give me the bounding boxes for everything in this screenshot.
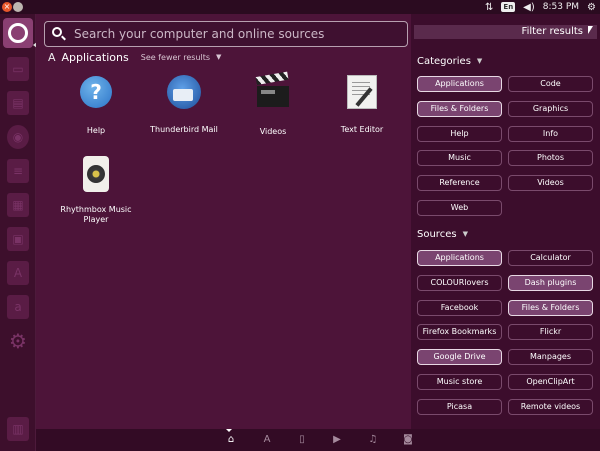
keyboard-layout-indicator[interactable]: En — [501, 2, 516, 12]
source-filter-facebook[interactable]: Facebook — [417, 299, 502, 316]
app-result-help[interactable]: ? Help — [51, 74, 141, 136]
clock[interactable]: 8:53 PM — [543, 2, 579, 12]
scope-bar: ⌂ A ▯ ▶ ♫ ◙ — [36, 429, 600, 451]
videos-icon — [255, 71, 291, 113]
category-filter-applications[interactable]: Applications — [417, 76, 502, 92]
source-filter-openclipart[interactable]: OpenClipArt — [508, 374, 593, 390]
source-filter-dash-plugins[interactable]: Dash plugins — [508, 274, 593, 291]
mouse-cursor-icon — [588, 26, 593, 34]
trash-icon: ▥ — [7, 417, 29, 441]
files-icon: ▭ — [7, 57, 29, 81]
launcher-item-firefox[interactable]: ◉ — [3, 122, 33, 152]
category-filter-code[interactable]: Code — [508, 76, 593, 92]
source-filter-remote-videos[interactable]: Remote videos — [508, 398, 593, 415]
category-filter-graphics[interactable]: Graphics — [508, 100, 593, 117]
files-icon[interactable]: ▯ — [295, 434, 309, 446]
chevron-down-icon: ▼ — [462, 230, 468, 238]
app-label: Text Editor — [340, 125, 384, 134]
launcher-item-trash[interactable]: ▥ — [3, 414, 33, 444]
source-filter-picasa[interactable]: Picasa — [417, 398, 502, 415]
search-input[interactable] — [74, 27, 407, 41]
category-filter-files-folders[interactable]: Files & Folders — [417, 100, 502, 117]
maximize-window-button[interactable] — [13, 2, 23, 12]
app-label: Help — [86, 126, 106, 135]
music-icon[interactable]: ♫ — [366, 434, 380, 446]
results-category-header: A Applications See fewer results ▼ — [48, 50, 221, 64]
applications-icon[interactable]: A — [260, 434, 274, 446]
video-icon[interactable]: ▶ — [330, 434, 344, 446]
source-filter-calculator[interactable]: Calculator — [508, 250, 593, 266]
software-center-icon: A — [7, 261, 29, 285]
settings-gear-icon: ⚙ — [9, 329, 27, 353]
source-filter-firefox-bookmarks[interactable]: Firefox Bookmarks — [417, 324, 502, 341]
launcher: ▭ ▤ ◉ ≡ ▦ ▣ A a ⚙ ▥ — [0, 14, 37, 451]
source-filter-google-drive[interactable]: Google Drive — [417, 349, 502, 366]
launcher-item-calc[interactable]: ▦ — [3, 190, 33, 220]
dash-home-button[interactable] — [3, 18, 33, 48]
app-result-thunderbird[interactable]: Thunderbird Mail — [139, 74, 229, 135]
app-label: Videos — [259, 127, 287, 136]
source-filter-flickr[interactable]: Flickr — [508, 324, 593, 341]
search-bar[interactable] — [44, 21, 408, 47]
category-filter-web[interactable]: Web — [417, 200, 502, 216]
filter-header-label: Filter results — [521, 26, 583, 37]
calc-icon: ▦ — [7, 193, 29, 217]
sources-section-title[interactable]: Sources ▼ — [417, 227, 468, 241]
category-filter-music[interactable]: Music — [417, 150, 502, 167]
source-filter-manpages[interactable]: Manpages — [508, 349, 593, 366]
ubuntu-logo-icon — [8, 23, 28, 43]
impress-icon: ▣ — [7, 227, 29, 251]
dash: A Applications See fewer results ▼ ? Hel… — [36, 14, 411, 429]
firefox-icon: ◉ — [7, 125, 29, 149]
chevron-down-icon[interactable]: ▼ — [216, 53, 221, 61]
category-filter-help[interactable]: Help — [417, 125, 502, 142]
photo-icon[interactable]: ◙ — [401, 434, 415, 446]
source-filter-files-folders[interactable]: Files & Folders — [508, 299, 593, 316]
app-result-text-editor[interactable]: Text Editor — [317, 74, 407, 135]
launcher-item-software[interactable]: A — [3, 258, 33, 288]
category-filter-info[interactable]: Info — [508, 125, 593, 142]
rhythmbox-icon — [78, 156, 114, 192]
close-window-button[interactable]: × — [2, 2, 12, 12]
help-icon: ? — [78, 76, 114, 112]
sources-title-label: Sources — [417, 228, 457, 240]
categories-title-label: Categories — [417, 55, 471, 67]
launcher-item-writer[interactable]: ≡ — [3, 156, 33, 186]
source-filter-music-store[interactable]: Music store — [417, 374, 502, 390]
applications-icon: A — [48, 50, 56, 64]
writer-icon: ≡ — [7, 159, 29, 183]
network-icon[interactable]: ⇅ — [485, 2, 493, 13]
source-filter-colourlovers[interactable]: COLOURlovers — [417, 274, 502, 291]
see-fewer-results-link[interactable]: See fewer results — [141, 53, 210, 62]
source-filter-applications[interactable]: Applications — [417, 250, 502, 266]
active-scope-arrow-icon — [226, 429, 232, 432]
search-icon — [52, 27, 66, 41]
category-title: Applications — [61, 50, 129, 64]
app-result-rhythmbox[interactable]: Rhythmbox Music Player — [51, 156, 141, 225]
top-panel: × ⇅ En ◀) 8:53 PM ⚙ — [0, 0, 600, 14]
home-icon[interactable]: ⌂ — [224, 434, 238, 446]
filter-results-toggle[interactable]: Filter results — [414, 25, 597, 39]
volume-icon[interactable]: ◀) — [523, 2, 535, 13]
launcher-item-nautilus[interactable]: ▤ — [3, 88, 33, 118]
category-filter-videos[interactable]: Videos — [508, 175, 593, 192]
amazon-icon: a — [7, 295, 29, 319]
thunderbird-icon — [166, 75, 202, 111]
category-filter-reference[interactable]: Reference — [417, 175, 502, 192]
indicator-area: ⇅ En ◀) 8:53 PM ⚙ — [485, 0, 596, 14]
category-filter-photos[interactable]: Photos — [508, 150, 593, 167]
folder-icon: ▤ — [7, 91, 29, 115]
gear-icon[interactable]: ⚙ — [587, 2, 596, 13]
chevron-down-icon: ▼ — [476, 57, 483, 65]
launcher-item-settings[interactable]: ⚙ — [3, 326, 33, 356]
app-result-videos[interactable]: Videos — [228, 71, 318, 137]
filter-panel: Filter results Categories ▼ Applications… — [411, 14, 600, 429]
launcher-item-files[interactable]: ▭ — [3, 54, 33, 84]
launcher-item-amazon[interactable]: a — [3, 292, 33, 322]
categories-section-title[interactable]: Categories ▼ — [417, 54, 482, 68]
text-editor-icon — [344, 75, 380, 111]
app-label: Rhythmbox Music Player — [60, 205, 132, 224]
launcher-item-impress[interactable]: ▣ — [3, 224, 33, 254]
app-label: Thunderbird Mail — [150, 125, 218, 134]
